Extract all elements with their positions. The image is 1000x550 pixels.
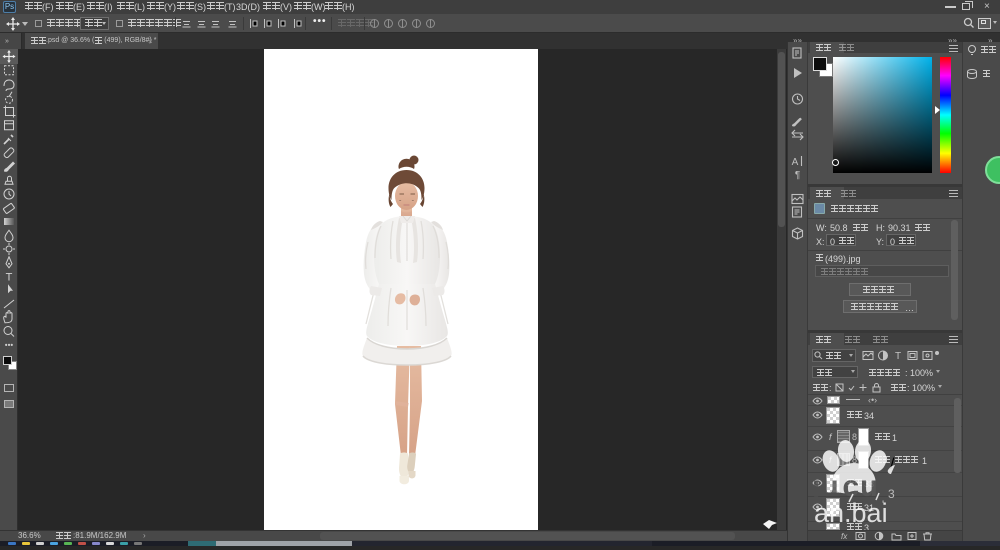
svg-text:•••: ••• (5, 340, 14, 349)
svg-text:': ' (882, 499, 884, 511)
svg-text:an.bai: an.bai (814, 498, 888, 528)
svg-text:T: T (895, 351, 901, 362)
svg-text:¶: ¶ (795, 170, 800, 181)
svg-text:T: T (6, 272, 13, 284)
svg-text:3: 3 (888, 487, 895, 501)
svg-text:A: A (792, 157, 799, 168)
svg-text:fx: fx (841, 532, 848, 541)
